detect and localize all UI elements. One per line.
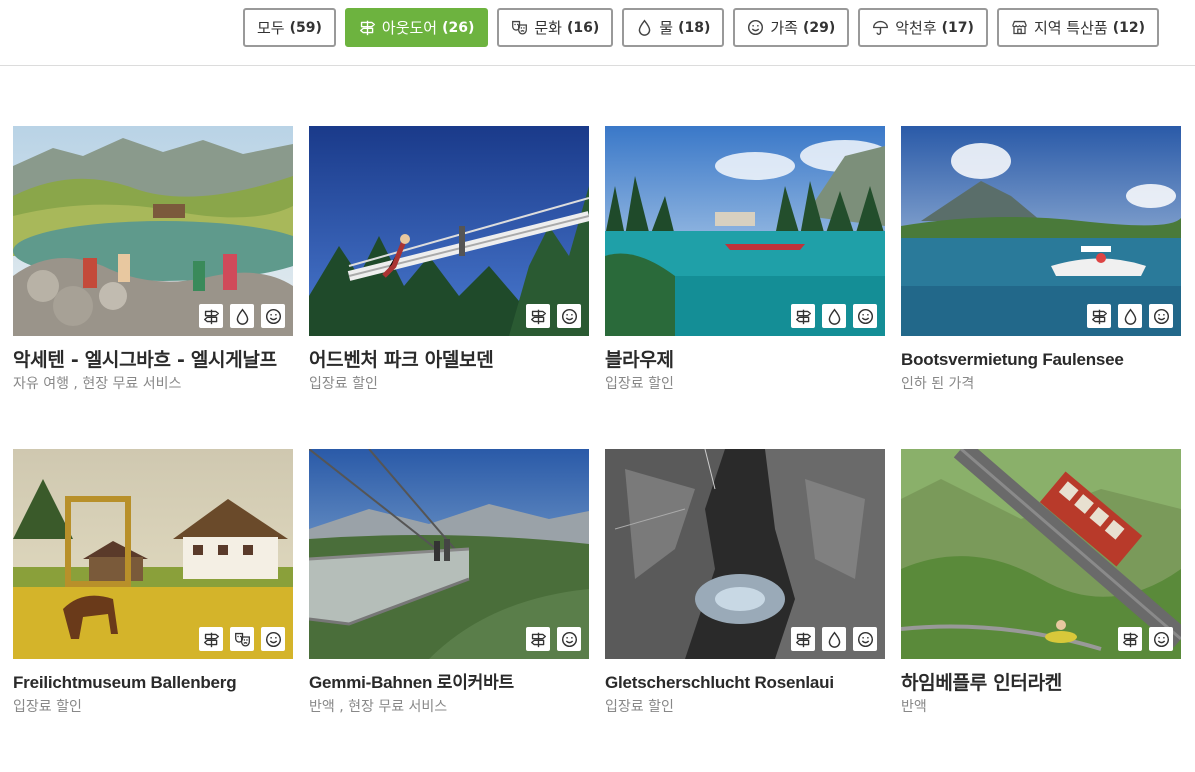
- attraction-photo[interactable]: [309, 449, 589, 659]
- attraction-card[interactable]: 악세텐 - 엘시그바흐 - 엘시게날프자유 여행 , 현장 무료 서비스: [13, 126, 293, 449]
- attraction-title[interactable]: Gemmi-Bahnen 로이커바트: [309, 672, 589, 694]
- filter-button-1[interactable]: 모두 (59): [243, 8, 336, 47]
- signpost-icon: [791, 627, 815, 651]
- attraction-card[interactable]: Gletscherschlucht Rosenlaui 입장료 할인: [605, 449, 885, 772]
- filter-label: 모두: [257, 19, 285, 37]
- smiley-icon: [261, 627, 285, 651]
- signpost-icon: [526, 627, 550, 651]
- attraction-offer: 입장료 할인: [605, 376, 674, 392]
- attraction-offer: 입장료 할인: [309, 376, 378, 392]
- theater-masks-icon: [511, 19, 528, 36]
- attraction-offer: 자유 여행 , 현장 무료 서비스: [13, 376, 182, 392]
- smiley-icon: [261, 304, 285, 328]
- theater-masks-icon: [230, 627, 254, 651]
- attraction-offer: 반액: [901, 699, 927, 715]
- filter-label: 아웃도어: [381, 19, 438, 37]
- water-drop-icon: [636, 19, 653, 36]
- water-drop-icon: [230, 304, 254, 328]
- filter-button-4[interactable]: 물 (18): [622, 8, 725, 47]
- filter-label: 악천후: [895, 19, 937, 37]
- signpost-icon: [359, 19, 376, 36]
- signpost-icon: [1118, 627, 1142, 651]
- filter-count: (16): [566, 19, 600, 36]
- smiley-icon: [853, 304, 877, 328]
- attraction-title[interactable]: 악세텐 - 엘시그바흐 - 엘시게날프: [13, 349, 293, 371]
- attraction-offer: 입장료 할인: [13, 699, 82, 715]
- filter-button-5[interactable]: 가족 (29): [733, 8, 850, 47]
- attraction-offer: 반액 , 현장 무료 서비스: [309, 699, 448, 715]
- category-badges: [791, 627, 877, 651]
- attraction-title[interactable]: Gletscherschlucht Rosenlaui: [605, 672, 885, 694]
- filter-label: 지역 특산품: [1033, 19, 1108, 37]
- umbrella-icon: [872, 19, 889, 36]
- attraction-card-grid: 악세텐 - 엘시그바흐 - 엘시게날프 자유 여행 , 현장 무료 서비스 어드벤처…: [13, 126, 1181, 772]
- filter-count: (17): [941, 19, 974, 36]
- smiley-icon: [1149, 304, 1173, 328]
- filter-button-group: 모두 (59) 아웃도어 (26) 문화 (16) 물 (18) 가족 (29) 악천후 (17) 지역…: [243, 8, 1159, 47]
- signpost-icon: [199, 304, 223, 328]
- category-badges: [526, 304, 581, 328]
- signpost-icon: [1087, 304, 1111, 328]
- filter-button-3[interactable]: 문화 (16): [497, 8, 614, 47]
- category-badges: [1087, 304, 1173, 328]
- filter-count: (12): [1112, 19, 1145, 36]
- filter-count: (29): [802, 19, 836, 36]
- attraction-card[interactable]: Bootsvermietung Faulensee 인하 된 가격: [901, 126, 1181, 449]
- smiley-icon: [747, 19, 764, 36]
- attraction-offer: 입장료 할인: [605, 699, 674, 715]
- attraction-title[interactable]: Bootsvermietung Faulensee: [901, 349, 1181, 371]
- attraction-offer: 인하 된 가격: [901, 376, 975, 392]
- attraction-card[interactable]: 하임베플루 인터라켄반액: [901, 449, 1181, 772]
- attraction-photo[interactable]: [901, 126, 1181, 336]
- attraction-title[interactable]: 어드벤처 파크 아델보덴: [309, 349, 589, 371]
- signpost-icon: [199, 627, 223, 651]
- signpost-icon: [791, 304, 815, 328]
- filter-label: 물: [659, 19, 674, 37]
- category-badges: [199, 304, 285, 328]
- attraction-card[interactable]: 블라우제입장료 할인: [605, 126, 885, 449]
- filter-label: 가족: [770, 19, 798, 37]
- smiley-icon: [1149, 627, 1173, 651]
- attraction-card[interactable]: 어드벤처 파크 아델보덴입장료 할인: [309, 126, 589, 449]
- attraction-title[interactable]: Freilichtmuseum Ballenberg: [13, 672, 293, 694]
- water-drop-icon: [1118, 304, 1142, 328]
- shop-icon: [1011, 19, 1028, 36]
- attraction-card[interactable]: Freilichtmuseum Ballenberg 입장료 할인: [13, 449, 293, 772]
- attraction-card[interactable]: Gemmi-Bahnen 로이커바트반액 , 현장 무료 서비스: [309, 449, 589, 772]
- water-drop-icon: [822, 304, 846, 328]
- attraction-photo[interactable]: [309, 126, 589, 336]
- category-badges: [791, 304, 877, 328]
- category-badges: [1118, 627, 1173, 651]
- filter-button-2[interactable]: 아웃도어 (26): [344, 8, 489, 47]
- filter-count: (26): [442, 19, 475, 36]
- category-badges: [199, 627, 285, 651]
- attraction-photo[interactable]: [605, 126, 885, 336]
- filter-count: (18): [678, 19, 711, 36]
- smiley-icon: [557, 627, 581, 651]
- smiley-icon: [853, 627, 877, 651]
- attraction-title[interactable]: 하임베플루 인터라켄: [901, 672, 1181, 694]
- filter-button-7[interactable]: 지역 특산품 (12): [996, 8, 1159, 47]
- filter-label: 문화: [534, 19, 562, 37]
- attraction-photo[interactable]: [13, 449, 293, 659]
- water-drop-icon: [822, 627, 846, 651]
- filter-count: (59): [289, 19, 322, 36]
- attraction-photo[interactable]: [605, 449, 885, 659]
- attraction-title[interactable]: 블라우제: [605, 349, 885, 371]
- filter-button-6[interactable]: 악천후 (17): [858, 8, 988, 47]
- category-filter-bar: 모두 (59) 아웃도어 (26) 문화 (16) 물 (18) 가족 (29) 악천후 (17) 지역…: [0, 0, 1195, 66]
- attraction-photo[interactable]: [13, 126, 293, 336]
- category-badges: [526, 627, 581, 651]
- signpost-icon: [526, 304, 550, 328]
- smiley-icon: [557, 304, 581, 328]
- attraction-photo[interactable]: [901, 449, 1181, 659]
